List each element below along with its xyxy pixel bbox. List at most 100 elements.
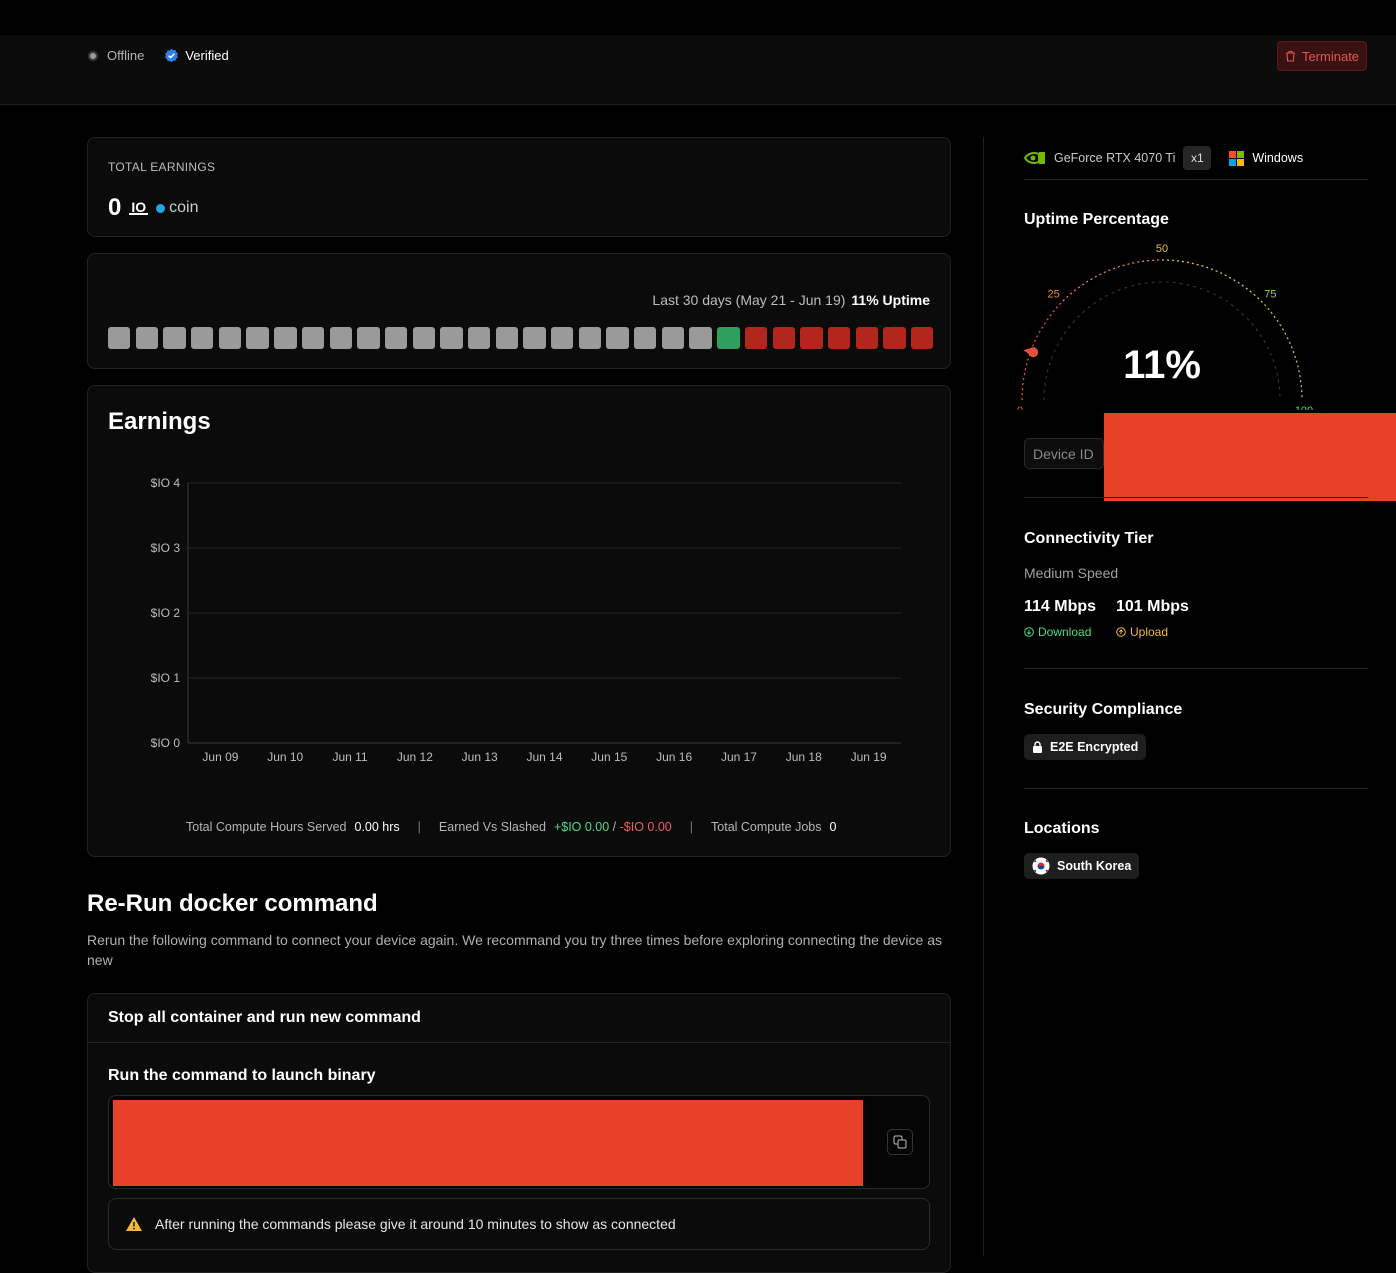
- earned-slashed-slash: /: [612, 820, 617, 834]
- redacted-command: [113, 1100, 863, 1186]
- coin-label: coin: [169, 199, 199, 216]
- x-tick-label: Jun 16: [656, 750, 692, 764]
- uptime-day-bar: [606, 327, 629, 349]
- uptime-percentage-value: 11%: [1123, 343, 1201, 387]
- uptime-day-bar: [357, 327, 380, 349]
- earned-value: +$IO 0.00: [553, 820, 610, 834]
- verified-label: Verified: [185, 48, 229, 63]
- x-tick-label: Jun 11: [332, 750, 367, 764]
- earnings-chart: $IO 0 $IO 1 $IO 2 $IO 3 $IO 4 Jun 09 Jun 10 Jun…: [151, 476, 901, 764]
- x-tick-label: Jun 18: [786, 750, 822, 764]
- compute-hours-value: 0.00 hrs: [354, 820, 400, 834]
- uptime-day-bar: [772, 327, 795, 349]
- compute-jobs-value: 0: [829, 820, 837, 834]
- gauge-outer-arc-segment: [1062, 259, 1163, 302]
- stats-separator: |: [417, 820, 421, 834]
- uptime-summary: 11% Uptime: [851, 292, 930, 308]
- y-tick-label: $IO 4: [151, 476, 181, 490]
- nvidia-logo-icon: [1024, 152, 1045, 164]
- earned-vs-slashed-label: Earned Vs Slashed: [438, 820, 546, 834]
- uptime-history-card: Last 30 days (May 21 - Jun 19) 11% Uptime: [87, 253, 951, 369]
- locations-title: Locations: [1024, 820, 1100, 837]
- e2e-encrypted-badge: E2E Encrypted: [1024, 734, 1147, 760]
- uptime-day-bar: [883, 327, 906, 349]
- y-tick-label: $IO 3: [151, 541, 181, 555]
- terminate-label: Terminate: [1301, 48, 1360, 64]
- os-name: Windows: [1252, 151, 1304, 165]
- upload-label: Upload: [1130, 625, 1169, 639]
- uptime-day-bar: [910, 327, 934, 349]
- gauge-tick-label: 25: [1047, 289, 1059, 301]
- x-tick-label: Jun 12: [397, 750, 433, 764]
- upload-icon: [1116, 627, 1126, 637]
- coin-dot-icon: [156, 203, 166, 213]
- uptime-day-bar: [301, 327, 325, 349]
- warning-triangle-icon: [126, 1217, 142, 1231]
- stats-separator: |: [689, 820, 694, 834]
- y-tick-label: $IO 2: [151, 606, 181, 620]
- command-box: [108, 1095, 930, 1189]
- y-tick-label: $IO 0: [151, 736, 181, 750]
- trash-icon: [1285, 50, 1295, 62]
- terminate-button[interactable]: Terminate: [1277, 41, 1367, 71]
- x-tick-label: Jun 17: [721, 750, 757, 764]
- total-earnings-value: 0: [108, 194, 122, 221]
- command-subtitle: Run the command to launch binary: [108, 1067, 376, 1084]
- uptime-day-bar: [744, 327, 768, 349]
- device-status-row: Offline Verified: [88, 48, 229, 63]
- uptime-day-bar: [274, 327, 297, 349]
- top-black-bar: [0, 0, 1396, 35]
- x-tick-label: Jun 13: [462, 750, 498, 764]
- connectivity-tier-value: Medium Speed: [1024, 565, 1119, 581]
- section-divider: [1024, 788, 1368, 789]
- gauge-needle-knob-icon: [1028, 347, 1039, 358]
- gauge-tick-label: 100: [1295, 405, 1313, 410]
- south-korea-flag-icon: [1032, 857, 1050, 875]
- hardware-row: GeForce RTX 4070 Ti x1 Windows: [1024, 137, 1368, 180]
- rerun-description: Rerun the following command to connect y…: [87, 932, 942, 968]
- gauge-tick-label: 0: [1017, 405, 1023, 410]
- location-name: South Korea: [1057, 859, 1132, 873]
- io-logo: IO: [129, 199, 149, 215]
- connectivity-tier-title: Connectivity Tier: [1024, 530, 1154, 547]
- offline-status-dot-icon: [88, 50, 98, 61]
- lock-icon: [1033, 741, 1042, 753]
- gauge-tick-label: 75: [1264, 289, 1276, 301]
- status-label: Offline: [107, 48, 145, 63]
- copy-icon: [893, 1135, 907, 1149]
- uptime-day-bar: [827, 327, 851, 349]
- uptime-range-label: Last 30 days (May 21 - Jun 19): [652, 292, 846, 308]
- download-label: Download: [1038, 625, 1092, 639]
- x-tick-label: Jun 09: [202, 750, 238, 764]
- uptime-day-bar: [578, 327, 602, 349]
- uptime-day-bars: [108, 327, 934, 349]
- warning-text: After running the commands please give i…: [155, 1216, 676, 1232]
- e2e-encrypted-label: E2E Encrypted: [1050, 740, 1139, 754]
- uptime-day-bar: [855, 327, 878, 349]
- uptime-day-bar: [551, 327, 574, 349]
- download-label-row: Download: [1024, 625, 1091, 639]
- verified-badge-icon: [165, 48, 179, 63]
- compute-hours-label: Total Compute Hours Served: [186, 820, 347, 834]
- copy-command-button[interactable]: [887, 1129, 913, 1155]
- total-earnings-value-row: 0 IO coin: [108, 194, 199, 222]
- windows-logo-icon: [1229, 150, 1245, 166]
- gpu-count-badge: x1: [1183, 146, 1212, 170]
- uptime-day-bar: [495, 327, 519, 349]
- compute-jobs-label: Total Compute Jobs: [711, 820, 822, 834]
- uptime-day-bar: [689, 327, 712, 349]
- uptime-day-bar: [246, 327, 269, 349]
- uptime-day-bar: [108, 327, 131, 349]
- uptime-day-bar: [467, 327, 491, 349]
- security-compliance-title: Security Compliance: [1024, 701, 1183, 718]
- device-header: Offline Verified Terminate: [0, 35, 1396, 105]
- section-divider: [1024, 668, 1368, 669]
- x-tick-label: Jun 14: [526, 750, 562, 764]
- gauge-outer-arc-segment: [1161, 259, 1262, 302]
- upload-label-row: Upload: [1116, 625, 1168, 639]
- uptime-day-bar: [191, 327, 214, 349]
- uptime-percentage-title: Uptime Percentage: [1024, 211, 1169, 228]
- slashed-value: -$IO 0.00: [619, 820, 672, 834]
- total-earnings-label: TOTAL EARNINGS: [108, 160, 216, 174]
- warning-banner: After running the commands please give i…: [108, 1198, 930, 1250]
